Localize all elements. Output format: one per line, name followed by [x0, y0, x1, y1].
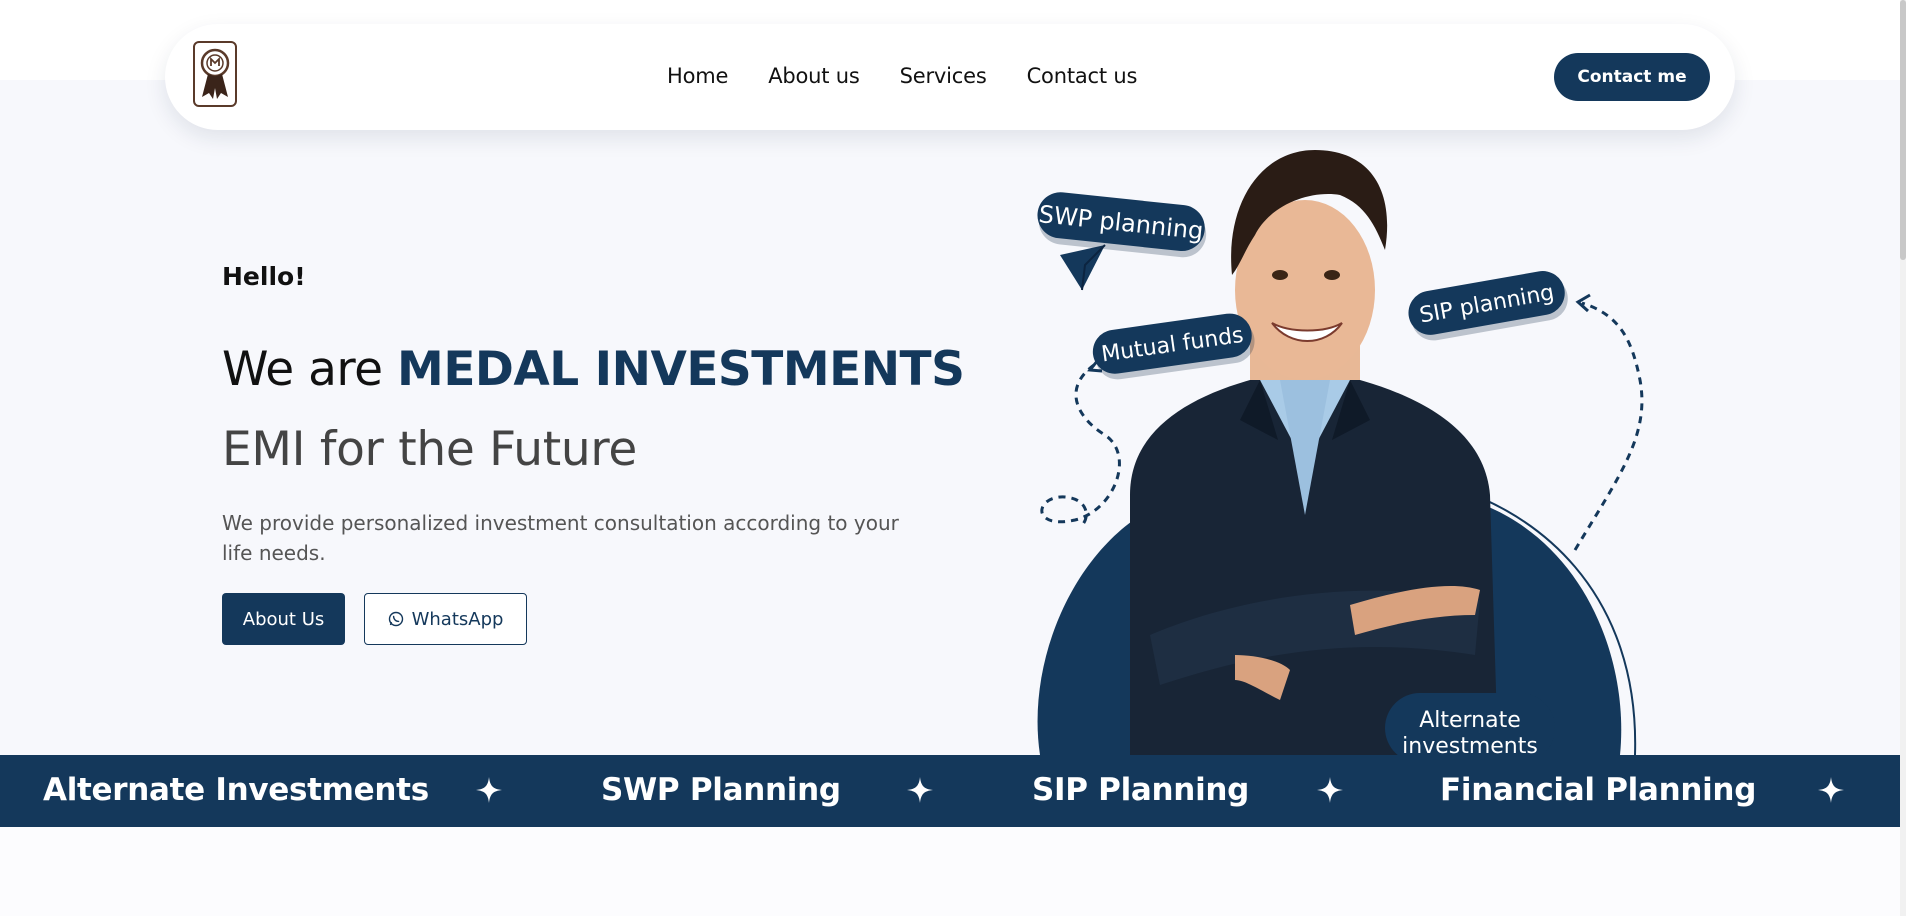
headline-brand: MEDAL INVESTMENTS	[397, 342, 965, 397]
contact-me-button[interactable]: Contact me	[1554, 53, 1710, 101]
nav-link-contact-us[interactable]: Contact us	[1027, 64, 1138, 88]
marquee-item-financial-planning: Financial Planning	[1440, 772, 1757, 808]
headline-prefix: We are	[222, 342, 383, 397]
nav-link-home[interactable]: Home	[667, 64, 728, 88]
hero-greeting: Hello!	[222, 262, 306, 291]
four-point-star-icon	[1818, 777, 1844, 803]
services-marquee: Alternate Investments SWP Planning SIP P…	[0, 755, 1900, 827]
four-point-star-icon	[1317, 777, 1343, 803]
tag-swp-planning: SWP planning	[1037, 192, 1207, 258]
scrollbar[interactable]	[1900, 0, 1906, 916]
whatsapp-button-label: WhatsApp	[411, 608, 504, 630]
tag-alternate-line1: Alternate	[1419, 708, 1521, 733]
whatsapp-button[interactable]: WhatsApp	[364, 593, 527, 645]
nav-links: Home About us Services Contact us	[667, 64, 1137, 88]
scrollbar-thumb[interactable]	[1900, 0, 1906, 260]
four-point-star-icon	[907, 777, 933, 803]
medal-logo-icon[interactable]	[193, 41, 237, 107]
four-point-star-icon	[476, 777, 502, 803]
hero-subheadline: EMI for the Future	[222, 422, 637, 477]
tag-mutual-funds: Mutual funds	[1092, 313, 1255, 380]
hero-visual: SWP planning Mutual funds SIP planning A…	[1020, 135, 1670, 763]
whatsapp-icon	[388, 611, 403, 627]
hero-description: We provide personalized investment consu…	[222, 511, 899, 565]
marquee-item-sip-planning: SIP Planning	[1032, 772, 1250, 808]
nav-link-services[interactable]: Services	[900, 64, 987, 88]
marquee-item-alternate-investments: Alternate Investments	[43, 772, 429, 808]
tag-sip-planning: SIP planning	[1408, 271, 1568, 341]
bottom-background	[0, 827, 1906, 916]
tag-alternate-investments: Alternate investments	[1385, 693, 1555, 763]
navbar: Home About us Services Contact us Contac…	[165, 24, 1735, 130]
nav-link-about-us[interactable]: About us	[768, 64, 860, 88]
tag-alternate-line2: investments	[1402, 734, 1538, 755]
hero-headline: We are MEDAL INVESTMENTS	[222, 342, 965, 397]
marquee-item-swp-planning: SWP Planning	[601, 772, 841, 808]
about-us-button[interactable]: About Us	[222, 593, 345, 645]
